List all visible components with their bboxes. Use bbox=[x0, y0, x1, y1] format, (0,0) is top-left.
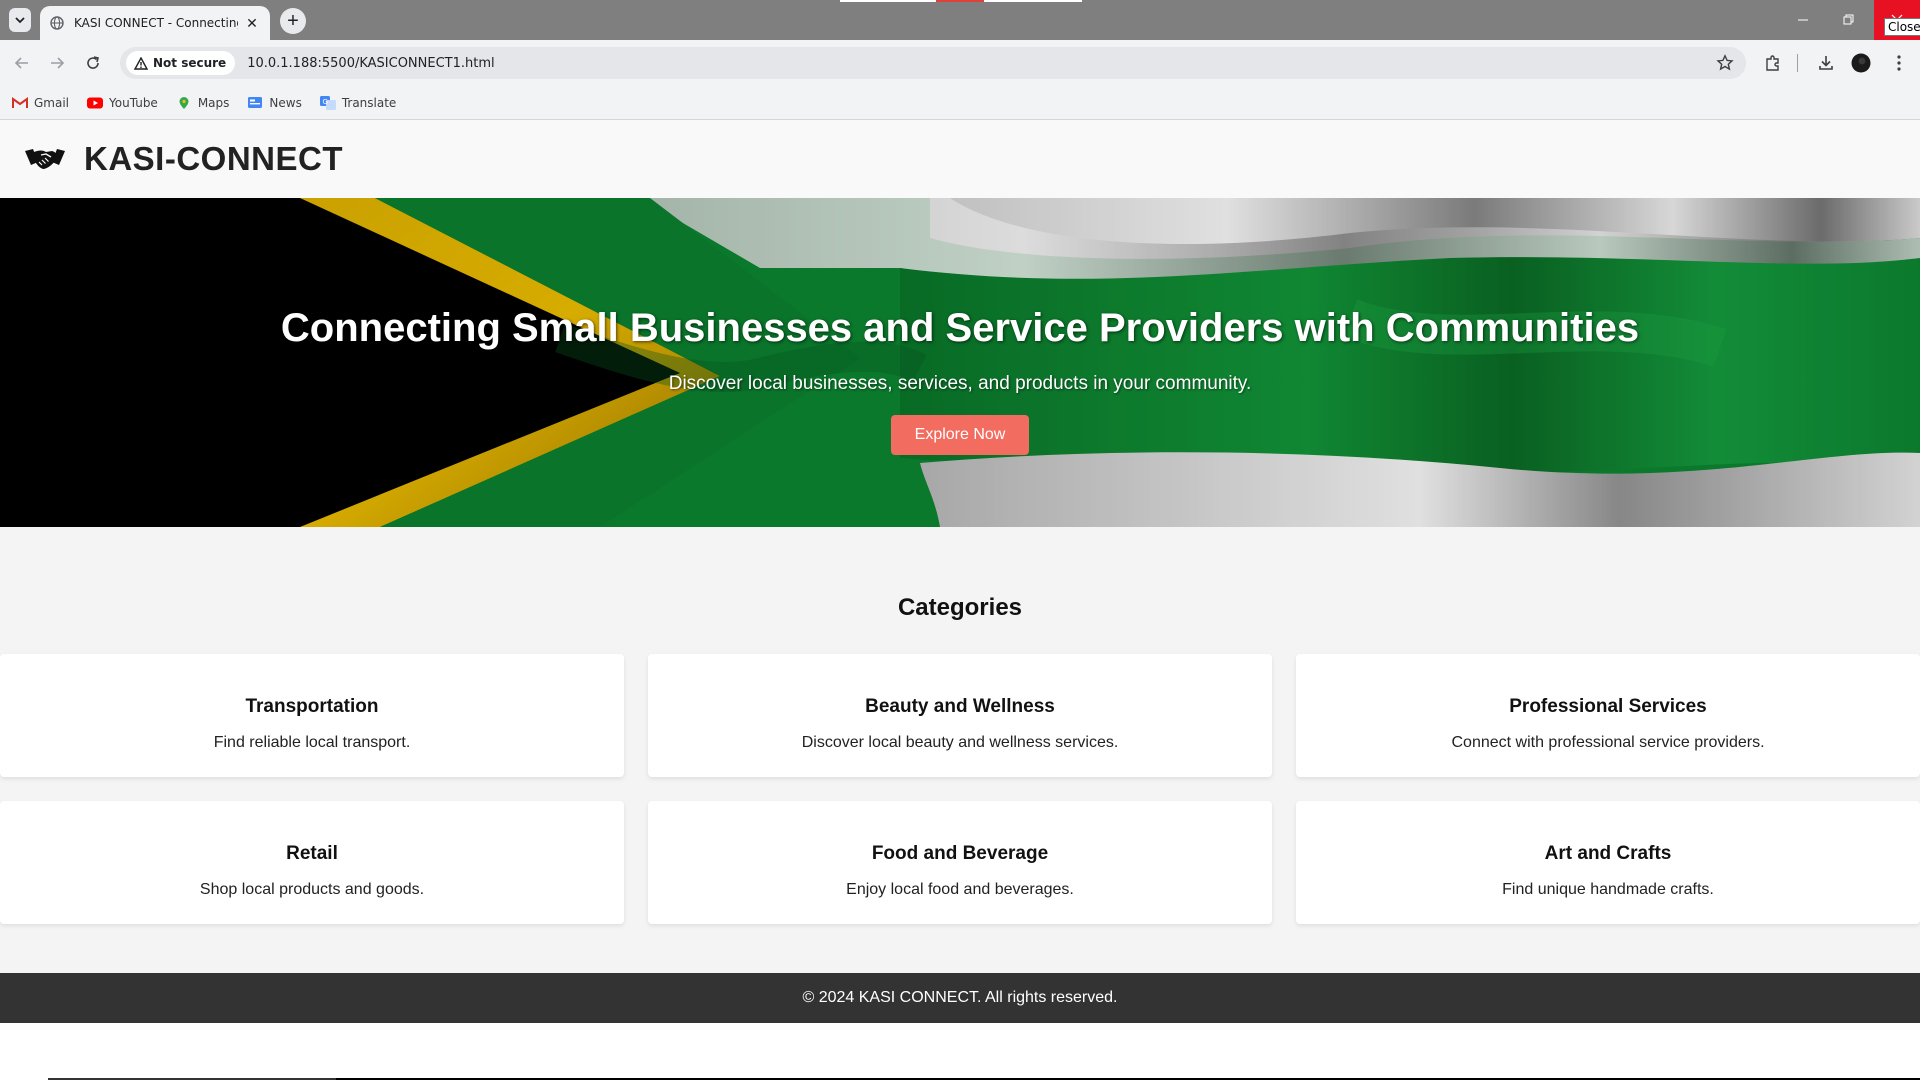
category-card-food-beverage[interactable]: Food and Beverage Enjoy local food and b… bbox=[648, 801, 1272, 924]
category-title: Professional Services bbox=[1509, 696, 1707, 717]
tab-strip: KASI CONNECT - Connecting C ✕ + Close bbox=[0, 0, 1920, 40]
restore-icon bbox=[1843, 14, 1854, 25]
category-description: Connect with professional service provid… bbox=[1451, 734, 1765, 751]
reload-icon bbox=[87, 56, 99, 69]
category-card-professional-services[interactable]: Professional Services Connect with profe… bbox=[1296, 654, 1920, 777]
forward-button[interactable] bbox=[45, 51, 69, 75]
svg-text:G: G bbox=[322, 98, 327, 106]
download-icon bbox=[1819, 56, 1833, 70]
bookmark-label: YouTube bbox=[109, 95, 158, 110]
category-card-beauty-wellness[interactable]: Beauty and Wellness Discover local beaut… bbox=[648, 654, 1272, 777]
category-title: Retail bbox=[286, 843, 338, 864]
url-text[interactable]: 10.0.1.188:5500/KASICONNECT1.html bbox=[247, 56, 494, 71]
category-title: Food and Beverage bbox=[871, 843, 1049, 864]
bookmark-youtube[interactable]: YouTube bbox=[87, 96, 158, 110]
news-icon bbox=[247, 96, 263, 110]
close-tooltip: Close bbox=[1884, 18, 1920, 36]
category-description: Shop local products and goods. bbox=[199, 881, 425, 898]
chevron-down-icon bbox=[15, 17, 25, 24]
category-description: Enjoy local food and beverages. bbox=[846, 881, 1074, 898]
active-tab[interactable]: KASI CONNECT - Connecting C ✕ bbox=[40, 6, 270, 40]
bookmarks-bar: Gmail YouTube Maps News G Translate bbox=[0, 86, 1920, 120]
gmail-icon bbox=[12, 96, 28, 110]
bookmark-news[interactable]: News bbox=[247, 95, 302, 110]
security-chip[interactable]: Not secure bbox=[126, 51, 236, 75]
avatar-icon bbox=[1851, 53, 1871, 73]
categories-heading: Categories bbox=[897, 594, 1023, 621]
minimize-icon bbox=[1798, 19, 1808, 21]
minimize-button[interactable] bbox=[1780, 0, 1826, 40]
category-description: Find reliable local transport. bbox=[213, 734, 411, 751]
address-bar[interactable]: Not secure 10.0.1.188:5500/KASICONNECT1.… bbox=[120, 47, 1746, 79]
bookmark-label: Maps bbox=[197, 95, 230, 110]
tab-search-button[interactable] bbox=[9, 8, 31, 32]
hero-subtitle: Discover local businesses, services, and… bbox=[668, 373, 1252, 394]
bookmark-translate[interactable]: G Translate bbox=[319, 95, 397, 110]
categories-grid: Transportation Find reliable local trans… bbox=[0, 654, 1920, 924]
bookmark-label: News bbox=[269, 95, 302, 110]
bookmark-gmail[interactable]: Gmail bbox=[12, 96, 69, 110]
category-description: Find unique handmade crafts. bbox=[1502, 881, 1714, 898]
category-title: Beauty and Wellness bbox=[865, 696, 1055, 717]
youtube-icon bbox=[87, 96, 104, 110]
category-description: Discover local beauty and wellness servi… bbox=[801, 734, 1119, 751]
security-label: Not secure bbox=[153, 56, 227, 70]
puzzle-icon bbox=[1766, 55, 1779, 71]
hero-title: Connecting Small Businesses and Service … bbox=[280, 306, 1640, 350]
profile-button[interactable] bbox=[1849, 51, 1873, 75]
reload-button[interactable] bbox=[81, 51, 105, 75]
hero-content: Connecting Small Businesses and Service … bbox=[0, 198, 1920, 527]
back-button[interactable] bbox=[10, 51, 34, 75]
category-card-transportation[interactable]: Transportation Find reliable local trans… bbox=[0, 654, 624, 777]
tab-strip-indicator bbox=[840, 0, 1082, 2]
site-footer: © 2024 KASI CONNECT. All rights reserved… bbox=[0, 973, 1920, 1023]
downloads-button[interactable] bbox=[1814, 51, 1838, 75]
menu-button[interactable] bbox=[1887, 51, 1911, 75]
hero-banner: Connecting Small Businesses and Service … bbox=[0, 198, 1920, 527]
bookmark-label: Translate bbox=[341, 95, 397, 110]
toolbar-divider bbox=[1797, 54, 1798, 72]
tab-close-icon[interactable]: ✕ bbox=[244, 15, 260, 31]
page-bottom-area bbox=[0, 1023, 1920, 1080]
arrow-left-icon bbox=[14, 57, 28, 69]
bookmark-star-icon[interactable] bbox=[1716, 54, 1734, 72]
bookmark-maps[interactable]: Maps bbox=[176, 95, 230, 110]
new-tab-button[interactable]: + bbox=[280, 8, 306, 34]
extensions-button[interactable] bbox=[1761, 51, 1785, 75]
restore-button[interactable] bbox=[1826, 0, 1872, 40]
tab-title: KASI CONNECT - Connecting C bbox=[74, 16, 238, 30]
arrow-right-icon bbox=[51, 57, 65, 69]
category-card-art-crafts[interactable]: Art and Crafts Find unique handmade craf… bbox=[1296, 801, 1920, 924]
category-title: Art and Crafts bbox=[1544, 843, 1672, 864]
explore-now-button[interactable]: Explore Now bbox=[891, 415, 1029, 455]
site-title[interactable]: KASI-CONNECT bbox=[84, 140, 343, 178]
globe-icon bbox=[50, 16, 64, 30]
browser-toolbar: Not secure 10.0.1.188:5500/KASICONNECT1.… bbox=[0, 40, 1920, 86]
warning-icon bbox=[134, 56, 148, 70]
bookmark-label: Gmail bbox=[34, 95, 70, 110]
handshake-icon bbox=[24, 144, 66, 174]
page-viewport: KASI-CONNECT Connecting Small Businesses… bbox=[0, 120, 1920, 1080]
maps-pin-icon bbox=[176, 96, 192, 110]
translate-icon: G bbox=[319, 95, 336, 110]
site-header: KASI-CONNECT bbox=[0, 120, 1920, 198]
more-vertical-icon bbox=[1897, 55, 1901, 71]
category-card-retail[interactable]: Retail Shop local products and goods. bbox=[0, 801, 624, 924]
category-title: Transportation bbox=[245, 696, 379, 717]
